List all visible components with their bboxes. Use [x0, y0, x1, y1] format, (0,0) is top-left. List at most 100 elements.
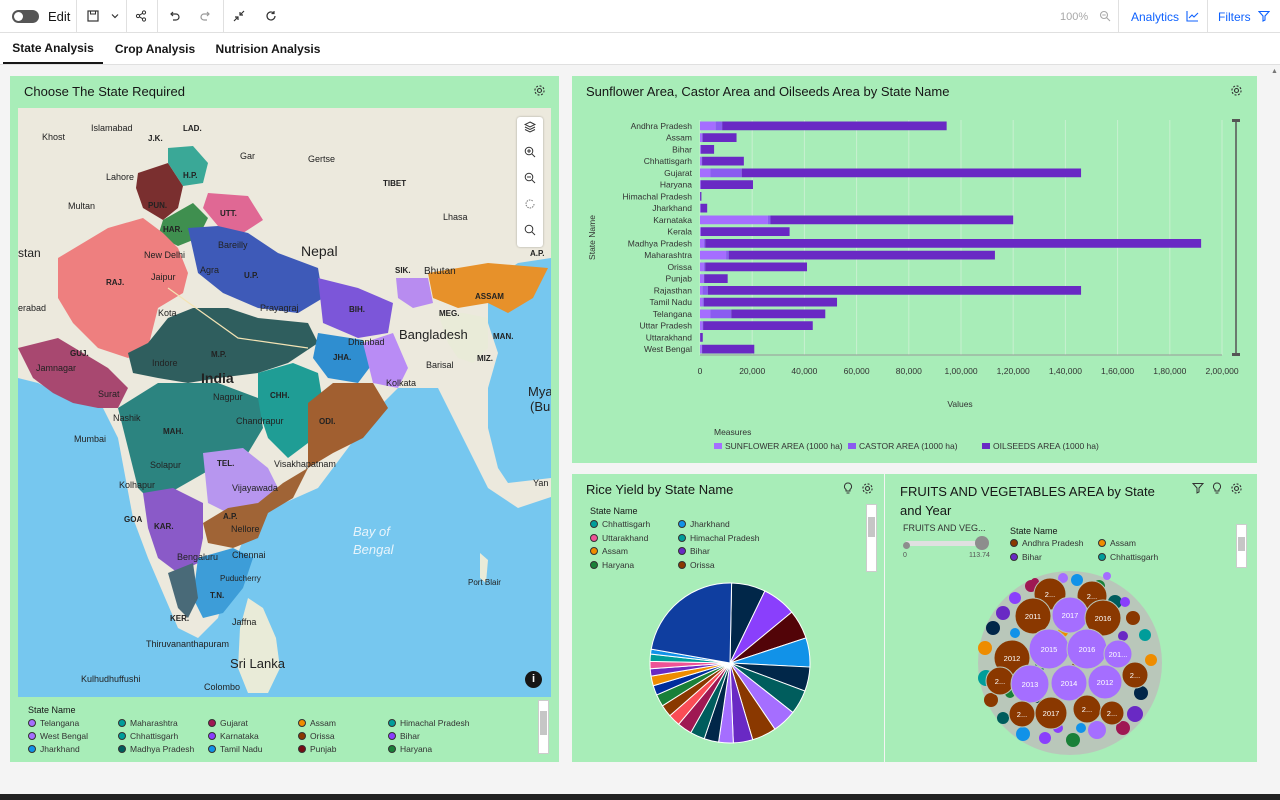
map-legend-item[interactable]: Assam: [298, 718, 336, 728]
bubble[interactable]: [996, 606, 1010, 620]
rice-legend-item[interactable]: Jharkhand: [678, 519, 730, 529]
map-legend-item[interactable]: Himachal Pradesh: [388, 718, 469, 728]
search-icon[interactable]: [521, 223, 539, 241]
bar-segment[interactable]: [702, 156, 744, 166]
tab-crop-analysis[interactable]: Crop Analysis: [110, 33, 200, 64]
filter-icon[interactable]: [1256, 8, 1272, 24]
bubble[interactable]: [978, 641, 992, 655]
analytics-button[interactable]: Analytics: [1131, 0, 1179, 33]
map-legend-item[interactable]: Gujarat: [208, 718, 248, 728]
bar-segment[interactable]: [700, 180, 701, 189]
fruit-legend-item[interactable]: Assam: [1098, 538, 1136, 548]
bar-segment[interactable]: [703, 262, 706, 272]
bar-segment[interactable]: [701, 156, 703, 166]
bar-segment[interactable]: [722, 121, 947, 131]
bar-segment[interactable]: [700, 333, 703, 342]
bar-segment[interactable]: [770, 215, 1014, 225]
bubble[interactable]: [997, 712, 1009, 724]
settings-icon[interactable]: [1229, 482, 1243, 496]
legend-label[interactable]: CASTOR AREA (1000 ha): [859, 441, 958, 451]
collapse-icon[interactable]: [231, 8, 247, 24]
bar-segment[interactable]: [710, 309, 732, 319]
bar-segment[interactable]: [700, 180, 753, 189]
range-slider[interactable]: [905, 541, 985, 546]
save-icon[interactable]: [85, 8, 101, 24]
bar-segment[interactable]: [700, 309, 711, 319]
bubble[interactable]: [984, 693, 998, 707]
zoom-in-icon[interactable]: [521, 145, 539, 163]
rice-legend-item[interactable]: Orissa: [678, 560, 715, 570]
info-icon[interactable]: i: [525, 671, 542, 688]
lightbulb-icon[interactable]: [1210, 482, 1224, 496]
bar-segment[interactable]: [700, 227, 790, 236]
bubble[interactable]: [1120, 597, 1130, 607]
page-scrollbar[interactable]: ▲: [1268, 66, 1280, 794]
legend-scrollbar[interactable]: [1236, 524, 1247, 568]
fruit-legend-item[interactable]: Chhattisgarh: [1098, 552, 1158, 562]
map-legend-item[interactable]: Telangana: [28, 718, 79, 728]
map-legend-item[interactable]: Madhya Pradesh: [118, 744, 194, 754]
bar-segment[interactable]: [705, 262, 808, 272]
map-legend-item[interactable]: Karnataka: [208, 731, 259, 741]
bubble[interactable]: [1010, 628, 1020, 638]
bubble[interactable]: [1127, 706, 1143, 722]
bubble[interactable]: [1071, 574, 1083, 586]
bar-segment[interactable]: [700, 133, 703, 142]
bubble[interactable]: [1076, 723, 1086, 733]
bar-segment[interactable]: [700, 344, 702, 354]
filter-icon[interactable]: [1191, 482, 1205, 496]
bar-segment[interactable]: [700, 239, 704, 248]
bubble[interactable]: [1009, 592, 1021, 604]
bubble[interactable]: [1145, 654, 1157, 666]
settings-icon[interactable]: [532, 84, 546, 98]
settings-icon[interactable]: [1229, 84, 1243, 98]
analytics-icon[interactable]: [1184, 8, 1200, 24]
settings-icon[interactable]: [860, 482, 874, 496]
india-map[interactable]: stan Khost Islamabad LAD. J.K. Gar Gerts…: [18, 108, 551, 697]
legend-scrollbar[interactable]: [866, 504, 877, 572]
edit-toggle[interactable]: [12, 10, 39, 23]
rice-legend-item[interactable]: Uttarakhand: [590, 533, 648, 543]
bar-segment[interactable]: [702, 133, 703, 142]
bubble[interactable]: [1118, 631, 1128, 641]
bar-segment[interactable]: [700, 321, 703, 330]
bar-segment[interactable]: [707, 286, 1082, 295]
tab-state-analysis[interactable]: State Analysis: [3, 33, 103, 64]
layers-icon[interactable]: [521, 120, 539, 138]
zoom-icon[interactable]: [1097, 8, 1113, 24]
range-handle[interactable]: [1232, 353, 1240, 356]
fruit-legend-item[interactable]: Bihar: [1010, 552, 1042, 562]
bar-segment[interactable]: [700, 203, 708, 213]
bar-segment[interactable]: [702, 321, 704, 330]
lightbulb-icon[interactable]: [841, 482, 855, 496]
bar-segment[interactable]: [731, 309, 826, 319]
rice-legend-item[interactable]: Himachal Pradesh: [678, 533, 759, 543]
map-canvas[interactable]: stan Khost Islamabad LAD. J.K. Gar Gerts…: [18, 108, 551, 697]
rice-legend-item[interactable]: Chhattisgarh: [590, 519, 650, 529]
chevron-down-icon[interactable]: [107, 8, 123, 24]
map-legend-item[interactable]: Bihar: [388, 731, 420, 741]
map-legend-item[interactable]: Maharashtra: [118, 718, 178, 728]
bar-segment[interactable]: [700, 227, 701, 236]
bar-segment[interactable]: [715, 121, 723, 131]
map-legend-item[interactable]: Haryana: [388, 744, 432, 754]
filters-button[interactable]: Filters: [1218, 0, 1251, 33]
bubble[interactable]: [1103, 572, 1111, 580]
bar-segment[interactable]: [700, 262, 704, 272]
redo-icon[interactable]: [198, 8, 214, 24]
bar-segment[interactable]: [700, 168, 711, 178]
tab-nutrision-analysis[interactable]: Nutrision Analysis: [212, 33, 324, 64]
share-icon[interactable]: [133, 8, 149, 24]
map-legend-item[interactable]: West Bengal: [28, 731, 88, 741]
bar-segment[interactable]: [700, 156, 702, 166]
bar-segment[interactable]: [701, 145, 715, 154]
range-handle[interactable]: [1232, 119, 1240, 122]
map-legend-item[interactable]: Orissa: [298, 731, 335, 741]
undo-icon[interactable]: [166, 8, 182, 24]
slider-handle-min[interactable]: [903, 542, 910, 549]
bar-segment[interactable]: [702, 286, 708, 295]
refresh-icon[interactable]: [263, 8, 279, 24]
bar-segment[interactable]: [700, 215, 768, 225]
bar-segment[interactable]: [700, 121, 716, 131]
reset-view-icon[interactable]: [521, 197, 539, 215]
